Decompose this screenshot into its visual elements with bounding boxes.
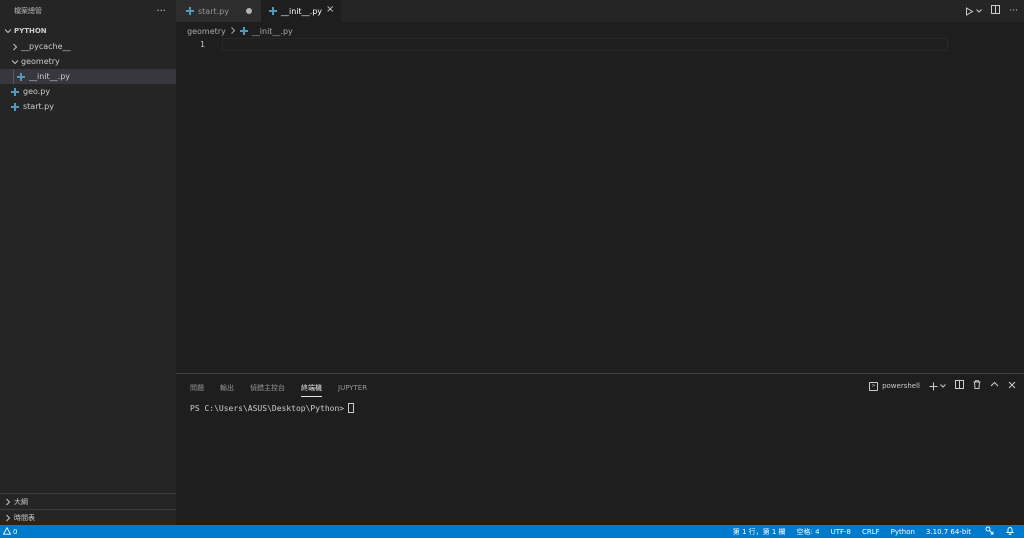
status-left: 0 [2, 525, 17, 538]
notifications-bell-icon[interactable] [1005, 526, 1015, 537]
tab-start-py[interactable]: start.py [176, 0, 261, 22]
tree-item-pycache[interactable]: __pycache__ [0, 39, 176, 54]
maximize-panel-icon[interactable] [990, 380, 999, 392]
new-terminal-icon[interactable] [929, 382, 946, 391]
explorer-sidebar: 檔案總管 ··· PYTHON __pycache__ geometry __i… [0, 0, 176, 525]
python-file-icon [11, 87, 19, 96]
breadcrumb-folder[interactable]: geometry [187, 27, 226, 36]
panel-actions: > powershell [869, 379, 1016, 393]
tree-item-geometry[interactable]: geometry [0, 54, 176, 69]
end-of-line[interactable]: CRLF [862, 528, 880, 536]
terminal-selector[interactable]: > powershell [869, 381, 920, 391]
outline-label: 大綱 [14, 497, 28, 506]
line-number: 1 [200, 40, 205, 49]
tab-output[interactable]: 輸出 [220, 380, 234, 396]
chevron-down-icon [10, 57, 20, 67]
bottom-panel: 問題 輸出 偵錯主控台 終端機 JUPYTER > powershell PS … [176, 373, 1024, 525]
status-right: 第 1 行，第 1 欄 空格: 4 UTF-8 CRLF Python 3.10… [722, 525, 1015, 538]
folder-root-label: PYTHON [14, 26, 47, 35]
python-file-icon [269, 7, 277, 15]
terminal-output[interactable]: PS C:\Users\ASUS\Desktop\Python> [190, 403, 355, 413]
editor-tabbar: start.py __init__.py × ··· [176, 0, 1024, 22]
chevron-down-icon [976, 9, 983, 13]
python-file-icon [11, 102, 19, 111]
python-file-icon [239, 27, 248, 35]
terminal-cursor [348, 403, 355, 413]
terminal-prompt: PS C:\Users\ASUS\Desktop\Python> [190, 403, 345, 413]
tab-jupyter[interactable]: JUPYTER [338, 380, 367, 396]
feedback-icon[interactable] [985, 526, 994, 537]
code-editor[interactable]: 1 [176, 37, 1024, 373]
more-actions-icon[interactable]: ··· [1009, 6, 1018, 16]
tree-item-label: geo.py [23, 87, 51, 96]
chevron-down-icon [3, 26, 13, 36]
tree-item-start[interactable]: start.py [0, 99, 176, 114]
tab-init-py[interactable]: __init__.py × [261, 0, 341, 22]
cursor-position[interactable]: 第 1 行，第 1 欄 [733, 527, 786, 537]
breadcrumb-file[interactable]: __init__.py [252, 27, 293, 36]
status-bar: 0 第 1 行，第 1 欄 空格: 4 UTF-8 CRLF Python 3.… [0, 525, 1024, 538]
split-terminal-icon[interactable] [955, 380, 964, 392]
run-icon[interactable] [965, 6, 983, 16]
folder-root[interactable]: PYTHON [0, 22, 176, 39]
explorer-title: 檔案總管 [14, 7, 42, 15]
outline-section[interactable]: 大綱 [0, 493, 176, 509]
breadcrumb: geometry __init__.py [187, 25, 293, 37]
more-actions-icon[interactable]: ··· [156, 6, 166, 17]
tree-item-init[interactable]: __init__.py [0, 69, 176, 84]
language-mode[interactable]: Python [891, 528, 915, 536]
timeline-label: 時間表 [14, 513, 35, 522]
tab-label: __init__.py [281, 6, 323, 16]
chevron-down-icon [940, 384, 946, 388]
tab-debug-console[interactable]: 偵錯主控台 [250, 380, 285, 396]
chevron-right-icon [3, 497, 13, 507]
close-icon[interactable]: × [326, 4, 334, 15]
tab-problems[interactable]: 問題 [190, 380, 204, 396]
trash-icon[interactable] [973, 380, 981, 392]
tab-terminal[interactable]: 終端機 [301, 380, 322, 397]
chevron-right-icon [3, 513, 13, 523]
python-interpreter[interactable]: 3.10.7 64-bit [926, 528, 971, 536]
terminal-name: powershell [882, 382, 920, 390]
tree-item-label: start.py [23, 102, 54, 111]
split-editor-icon[interactable] [991, 5, 1001, 17]
python-file-icon [17, 72, 25, 81]
current-line-highlight [222, 38, 948, 51]
explorer-header: 檔案總管 ··· [0, 0, 176, 22]
chevron-right-icon [230, 26, 236, 36]
tree-item-label: geometry [21, 57, 60, 66]
unsaved-dot-icon[interactable] [246, 8, 252, 14]
panel-tabs: 問題 輸出 偵錯主控台 終端機 JUPYTER [190, 380, 383, 397]
timeline-section[interactable]: 時間表 [0, 509, 176, 525]
tab-label: start.py [198, 6, 229, 16]
editor-actions: ··· [965, 0, 1018, 22]
close-panel-icon[interactable] [1008, 381, 1016, 392]
tree-item-label: __init__.py [29, 72, 71, 81]
indentation[interactable]: 空格: 4 [797, 527, 820, 537]
error-count[interactable]: 0 [13, 528, 17, 536]
terminal-icon: > [869, 381, 879, 391]
python-file-icon [186, 7, 194, 15]
tree-item-geo[interactable]: geo.py [0, 84, 176, 99]
chevron-right-icon [10, 42, 20, 52]
tree-item-label: __pycache__ [21, 42, 71, 51]
warning-icon[interactable] [2, 526, 12, 537]
encoding[interactable]: UTF-8 [831, 528, 851, 536]
indent-guide [13, 69, 14, 84]
